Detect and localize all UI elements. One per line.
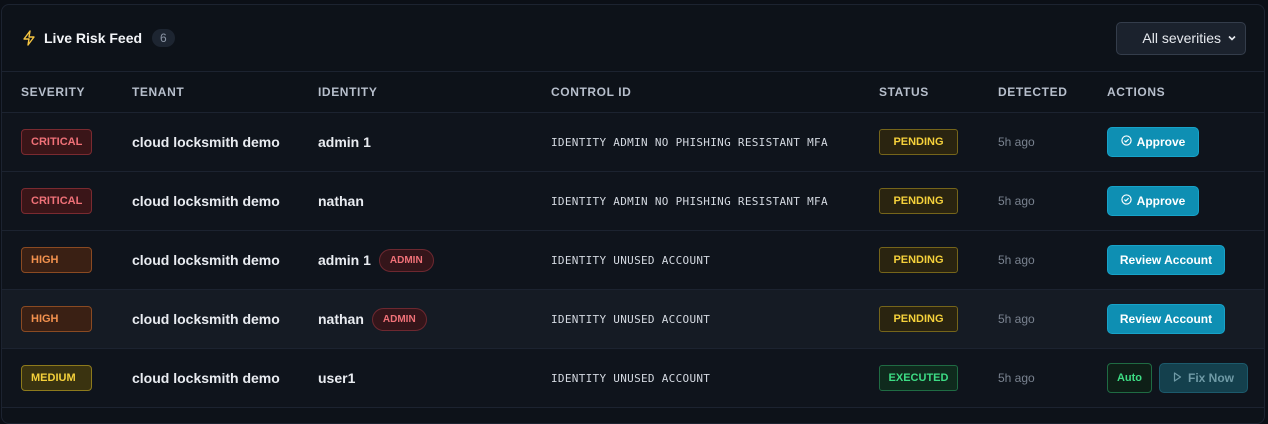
severity-filter-select[interactable]: All severities [1116, 21, 1246, 55]
status-badge: PENDING [879, 129, 958, 155]
approve-label: Approve [1136, 194, 1186, 208]
fix-now-label: Fix Now [1187, 371, 1234, 385]
status-badge: EXECUTED [879, 365, 958, 391]
panel-header: Live Risk Feed 6 All severities [2, 5, 1264, 72]
tenant-name: cloud locksmith demo [132, 311, 280, 327]
severity-badge: MEDIUM [21, 365, 92, 391]
table-row: CRITICAL cloud locksmith demo admin 1 ID… [2, 113, 1264, 172]
table-row: MEDIUM cloud locksmith demo user1 IDENTI… [2, 349, 1264, 408]
approve-label: Approve [1136, 135, 1186, 149]
status-badge: PENDING [879, 247, 958, 273]
control-id: IDENTITY ADMIN NO PHISHING RESISTANT MFA [551, 194, 828, 208]
severity-badge: CRITICAL [21, 188, 92, 214]
control-id: IDENTITY UNUSED ACCOUNT [551, 253, 711, 267]
admin-badge: ADMIN [378, 248, 434, 272]
severity-badge: HIGH [21, 306, 92, 332]
identity-name: admin 1 [318, 252, 371, 268]
col-tenant: TENANT [132, 85, 185, 99]
fix-now-button[interactable]: Fix Now [1159, 363, 1248, 393]
detected-time: 5h ago [998, 135, 1035, 149]
control-id: IDENTITY ADMIN NO PHISHING RESISTANT MFA [551, 135, 828, 149]
tenant-name: cloud locksmith demo [132, 252, 280, 268]
risk-feed-panel: Live Risk Feed 6 All severities SEVERITY… [1, 4, 1265, 424]
chevron-down-icon [1227, 30, 1237, 46]
severity-badge: CRITICAL [21, 129, 92, 155]
review-account-label: Review Account [1119, 253, 1213, 267]
severity-filter-value: All severities [1142, 30, 1221, 46]
lightning-bolt-icon [22, 30, 36, 46]
count-badge: 6 [152, 29, 175, 47]
status-badge: PENDING [879, 188, 958, 214]
identity-name: nathan [318, 193, 364, 209]
detected-time: 5h ago [998, 253, 1035, 267]
tenant-name: cloud locksmith demo [132, 134, 280, 150]
detected-time: 5h ago [998, 194, 1035, 208]
tenant-name: cloud locksmith demo [132, 370, 280, 386]
control-id: IDENTITY UNUSED ACCOUNT [551, 312, 711, 326]
auto-badge: Auto [1107, 363, 1152, 393]
admin-badge: ADMIN [371, 307, 427, 331]
play-icon [1173, 371, 1188, 385]
col-severity: SEVERITY [21, 85, 86, 99]
status-badge: PENDING [879, 306, 958, 332]
col-control-id: CONTROL ID [551, 85, 632, 99]
tenant-name: cloud locksmith demo [132, 193, 280, 209]
check-circle-icon [1120, 135, 1137, 149]
table-row: HIGH cloud locksmith demo nathan ADMIN I… [2, 290, 1264, 349]
col-actions: ACTIONS [1107, 85, 1166, 99]
col-status: STATUS [879, 85, 929, 99]
detected-time: 5h ago [998, 371, 1035, 385]
review-account-button[interactable]: Review Account [1107, 304, 1225, 334]
identity-name: user1 [318, 370, 356, 386]
control-id: IDENTITY UNUSED ACCOUNT [551, 371, 711, 385]
panel-title: Live Risk Feed [44, 30, 143, 46]
review-account-button[interactable]: Review Account [1107, 245, 1225, 275]
detected-time: 5h ago [998, 312, 1035, 326]
table-row: HIGH cloud locksmith demo admin 1 ADMIN … [2, 231, 1264, 290]
table-header: SEVERITY TENANT IDENTITY CONTROL ID STAT… [2, 72, 1264, 113]
col-identity: IDENTITY [318, 85, 378, 99]
approve-button[interactable]: Approve [1107, 127, 1199, 157]
col-detected: DETECTED [998, 85, 1068, 99]
table-row: CRITICAL cloud locksmith demo nathan IDE… [2, 172, 1264, 231]
severity-badge: HIGH [21, 247, 92, 273]
review-account-label: Review Account [1119, 312, 1213, 326]
approve-button[interactable]: Approve [1107, 186, 1199, 216]
title-group: Live Risk Feed 6 [22, 29, 1116, 47]
identity-name: admin 1 [318, 134, 371, 150]
identity-name: nathan [318, 311, 364, 327]
check-circle-icon [1120, 194, 1137, 208]
